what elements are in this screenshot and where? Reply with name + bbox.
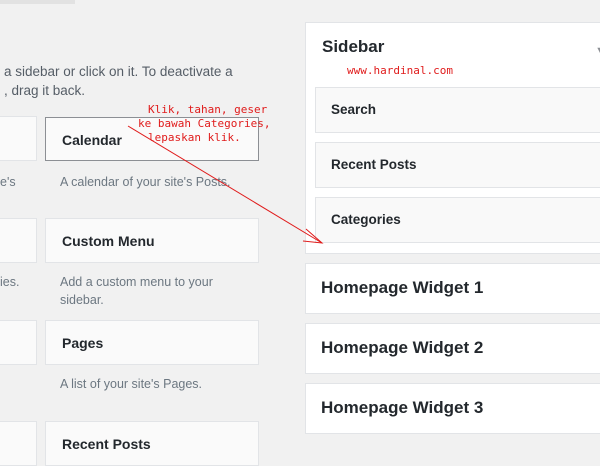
drag-arrow-icon (127, 125, 324, 244)
